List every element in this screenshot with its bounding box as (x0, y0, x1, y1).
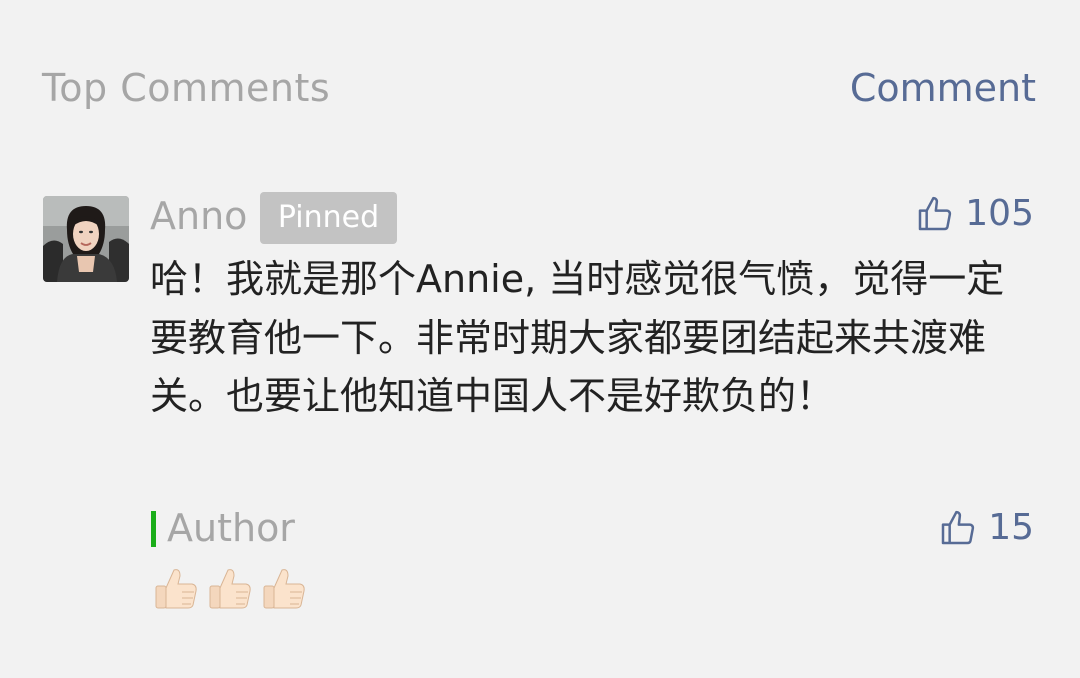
reply-like-button[interactable]: 15 (938, 508, 1034, 548)
comment-author-name[interactable]: Anno (150, 194, 247, 238)
thumbs-up-emoji-icon (155, 569, 197, 609)
thumbs-up-emoji-icon (263, 569, 305, 609)
section-title: Top Comments (42, 66, 331, 110)
avatar[interactable] (43, 196, 129, 282)
thumbs-up-outline-icon (941, 510, 975, 545)
comment-body: 哈！我就是那个Annie, 当时感觉很气愤，觉得一定要教育他一下。非常时期大家都… (150, 257, 1005, 418)
comment-like-count: 105 (965, 193, 1034, 234)
thumbs-up-outline-icon (919, 196, 952, 231)
author-reply-marker (151, 511, 156, 547)
pinned-badge: Pinned (260, 192, 397, 244)
user-photo (43, 196, 129, 282)
write-comment-link[interactable]: Comment (850, 66, 1036, 110)
reply-like-count: 15 (988, 507, 1034, 548)
reply-body (152, 564, 308, 612)
comment-like-button[interactable]: 105 (915, 194, 1034, 234)
reply-author-label: Author (167, 506, 295, 550)
thumbs-up-emoji-icon (209, 569, 251, 609)
